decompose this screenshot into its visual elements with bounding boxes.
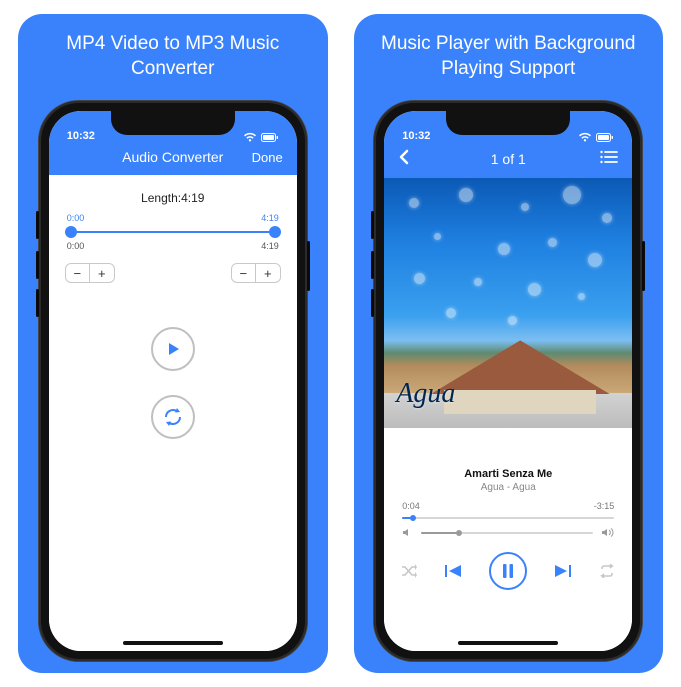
wifi-icon	[243, 132, 257, 142]
nav-title: Audio Converter	[109, 149, 237, 165]
end-increment[interactable]: +	[256, 264, 280, 282]
length-label: Length:4:19	[141, 191, 204, 205]
notch	[111, 111, 235, 135]
notch	[446, 111, 570, 135]
song-title: Amarti Senza Me	[384, 468, 632, 480]
status-right	[243, 132, 279, 142]
volume-slider[interactable]	[421, 532, 593, 534]
status-right	[578, 132, 614, 142]
list-button[interactable]	[572, 150, 618, 167]
promo-panel-converter: MP4 Video to MP3 Music Converter 10:32 A…	[18, 14, 328, 673]
start-stepper[interactable]: − +	[65, 263, 115, 283]
wifi-icon	[578, 132, 592, 142]
pause-icon	[501, 563, 515, 579]
done-button[interactable]: Done	[237, 150, 283, 165]
album-title-text: Agua	[396, 378, 455, 410]
trim-start-time: 0:00	[67, 241, 85, 251]
panel-title: Music Player with Background Playing Sup…	[368, 32, 650, 81]
nav-bar: 1 of 1	[384, 145, 632, 178]
progress-area: 0:04 -3:15	[384, 493, 632, 523]
start-increment[interactable]: +	[90, 264, 114, 282]
promo-panel-player: Music Player with Background Playing Sup…	[354, 14, 664, 673]
list-icon	[600, 150, 618, 164]
phone-screen: 10:32 Audio Converter Done Length:4:19 0…	[49, 111, 297, 651]
album-art: Agua	[384, 178, 632, 428]
status-time: 10:32	[402, 130, 430, 142]
battery-icon	[261, 133, 279, 142]
trim-slider[interactable]: 0:00 4:19 0:00 4:19	[65, 213, 281, 251]
album-wall	[444, 390, 596, 414]
phone-mock-player: 10:32 1 of 1	[374, 101, 642, 661]
time-elapsed: 0:04	[402, 501, 420, 511]
play-icon	[163, 339, 183, 359]
volume-low-icon	[402, 527, 413, 538]
end-stepper[interactable]: − +	[231, 263, 281, 283]
refresh-icon	[162, 406, 184, 428]
trim-start-handle[interactable]	[65, 226, 77, 238]
track-meta: Amarti Senza Me Agua - Agua	[384, 468, 632, 493]
previous-button[interactable]	[443, 563, 463, 579]
nav-title: 1 of 1	[444, 151, 572, 167]
play-button[interactable]	[151, 327, 195, 371]
battery-icon	[596, 133, 614, 142]
player-body: Agua Amarti Senza Me Agua - Agua 0:04 -3…	[384, 178, 632, 651]
phone-mock-converter: 10:32 Audio Converter Done Length:4:19 0…	[39, 101, 307, 661]
next-button[interactable]	[553, 563, 573, 579]
status-time: 10:32	[67, 130, 95, 142]
trim-start-label: 0:00	[67, 213, 85, 223]
transport-controls	[384, 552, 632, 590]
trim-end-time: 4:19	[261, 241, 279, 251]
converter-body: Length:4:19 0:00 4:19 0:00 4:19	[49, 175, 297, 651]
home-indicator[interactable]	[458, 641, 558, 645]
start-decrement[interactable]: −	[66, 264, 90, 282]
repeat-icon[interactable]	[599, 564, 615, 578]
panel-title: MP4 Video to MP3 Music Converter	[32, 32, 314, 81]
shuffle-icon[interactable]	[401, 564, 417, 578]
back-button[interactable]	[398, 149, 444, 168]
volume-row	[384, 523, 632, 538]
progress-slider[interactable]	[402, 513, 614, 523]
artist-line: Agua - Agua	[384, 482, 632, 493]
end-decrement[interactable]: −	[232, 264, 256, 282]
volume-high-icon	[601, 527, 614, 538]
chevron-left-icon	[398, 149, 410, 165]
nav-bar: Audio Converter Done	[49, 145, 297, 175]
trim-end-handle[interactable]	[269, 226, 281, 238]
phone-screen: 10:32 1 of 1	[384, 111, 632, 651]
home-indicator[interactable]	[123, 641, 223, 645]
time-remaining: -3:15	[594, 501, 615, 511]
convert-button[interactable]	[151, 395, 195, 439]
trim-end-label: 4:19	[261, 213, 279, 223]
pause-button[interactable]	[489, 552, 527, 590]
